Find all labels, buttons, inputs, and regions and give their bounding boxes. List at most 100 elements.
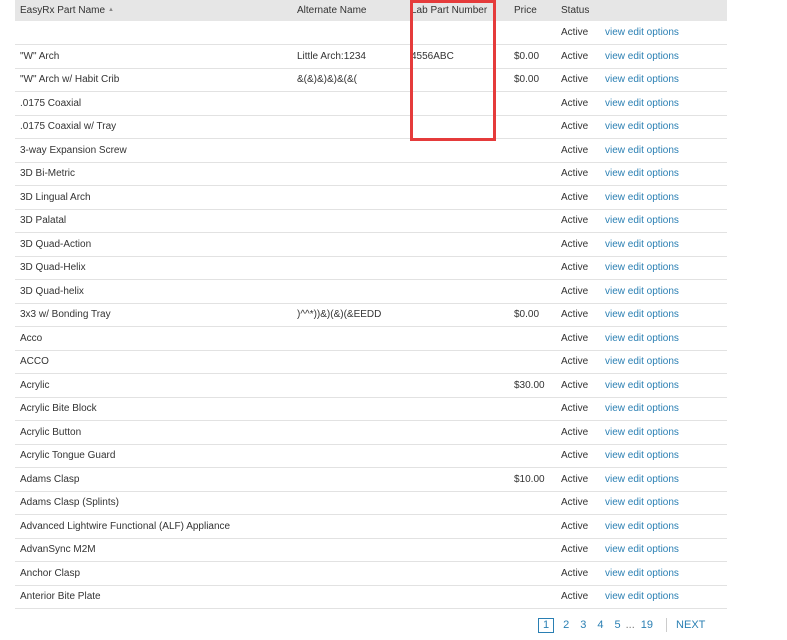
status-cell: Active: [561, 473, 589, 485]
page-link-2[interactable]: 2: [563, 619, 569, 631]
table-row: Adams Clasp (Splints) Active view edit opt…: [15, 491, 727, 515]
table-row: Anchor Clasp Active view edit options: [15, 562, 727, 586]
view-edit-options-link[interactable]: view edit options: [605, 333, 679, 344]
row-options-cell: view edit options: [600, 444, 727, 468]
table-row: 3D Lingual Arch Active view edit options: [15, 186, 727, 210]
part-name-cell: Acco: [20, 332, 43, 344]
status-cell: Active: [561, 191, 589, 203]
price-cell: [509, 115, 556, 139]
lab-part-number-cell: [406, 303, 509, 327]
part-name-cell: "W" Arch: [20, 50, 60, 62]
part-name-cell: ACCO: [20, 356, 49, 368]
view-edit-options-link[interactable]: view edit options: [605, 474, 679, 485]
lab-part-number-cell: [406, 233, 509, 257]
lab-part-number-cell: [406, 421, 509, 445]
lab-part-number-cell: [406, 68, 509, 92]
row-options-cell: view edit options: [600, 139, 727, 163]
price-cell: [509, 444, 556, 468]
table-row: Active view edit options: [15, 21, 727, 45]
part-name-cell: Acrylic: [20, 379, 50, 391]
page-link-last[interactable]: 19: [641, 619, 653, 631]
status-cell: Active: [561, 544, 589, 556]
pagination-divider: [666, 618, 668, 632]
lab-part-number-cell: [406, 562, 509, 586]
status-cell: Active: [561, 144, 589, 156]
page-link-3[interactable]: 3: [580, 619, 586, 631]
row-options-cell: view edit options: [600, 233, 727, 257]
view-edit-options-link[interactable]: view edit options: [605, 215, 679, 226]
view-edit-options-link[interactable]: view edit options: [605, 450, 679, 461]
view-edit-options-link[interactable]: view edit options: [605, 51, 679, 62]
next-page-button[interactable]: NEXT: [676, 619, 705, 631]
column-header-name[interactable]: EasyRx Part Name ▲: [15, 0, 292, 21]
view-edit-options-link[interactable]: view edit options: [605, 239, 679, 250]
row-options-cell: view edit options: [600, 538, 727, 562]
alternate-name-cell: )^^*))&)(&)(&EEDD: [297, 309, 382, 321]
status-cell: Active: [561, 309, 589, 321]
alternate-name-cell: [292, 233, 406, 257]
view-edit-options-link[interactable]: view edit options: [605, 497, 679, 508]
table-row: Acrylic Tongue Guard Active view edit opti…: [15, 444, 727, 468]
part-name-cell: .0175 Coaxial: [20, 97, 82, 109]
status-cell: Active: [561, 379, 589, 391]
view-edit-options-link[interactable]: view edit options: [605, 121, 679, 132]
price-cell: [509, 162, 556, 186]
part-name-cell: Adams Clasp (Splints): [20, 497, 119, 509]
table-row: Acrylic Button Active view edit options: [15, 421, 727, 445]
column-header-status[interactable]: Status: [556, 0, 600, 21]
column-header-alternate[interactable]: Alternate Name: [292, 0, 406, 21]
view-edit-options-link[interactable]: view edit options: [605, 356, 679, 367]
status-cell: Active: [561, 497, 589, 509]
page-link-1[interactable]: 1: [538, 617, 555, 633]
view-edit-options-link[interactable]: view edit options: [605, 145, 679, 156]
table-row: Advanced Lightwire Functional (ALF) Appl…: [15, 515, 727, 538]
table-header-row: EasyRx Part Name ▲ Alternate Name Lab Par…: [15, 0, 727, 21]
view-edit-options-link[interactable]: view edit options: [605, 192, 679, 203]
lab-part-number-cell: [406, 209, 509, 233]
price-cell: $0.00: [514, 50, 540, 62]
price-cell: [509, 491, 556, 515]
view-edit-options-link[interactable]: view edit options: [605, 98, 679, 109]
status-cell: Active: [561, 74, 589, 86]
price-cell: [509, 186, 556, 210]
part-name-cell: Acrylic Bite Block: [20, 403, 97, 415]
part-name-cell: Anterior Bite Plate: [20, 591, 101, 603]
table-row: Acrylic Bite Block Active view edit option…: [15, 397, 727, 421]
view-edit-options-link[interactable]: view edit options: [605, 427, 679, 438]
view-edit-options-link[interactable]: view edit options: [605, 380, 679, 391]
part-name-cell: 3D Lingual Arch: [20, 191, 91, 203]
lab-part-number-cell: [406, 444, 509, 468]
lab-part-number-cell: [406, 139, 509, 163]
row-options-cell: view edit options: [600, 256, 727, 280]
alternate-name-cell: [292, 162, 406, 186]
view-edit-options-link[interactable]: view edit options: [605, 403, 679, 414]
row-options-cell: view edit options: [600, 397, 727, 421]
column-header-price[interactable]: Price: [509, 0, 556, 21]
row-options-cell: view edit options: [600, 209, 727, 233]
price-cell: [509, 421, 556, 445]
page-link-5[interactable]: 5: [615, 619, 621, 631]
view-edit-options-link[interactable]: view edit options: [605, 521, 679, 532]
view-edit-options-link[interactable]: view edit options: [605, 309, 679, 320]
view-edit-options-link[interactable]: view edit options: [605, 27, 679, 38]
view-edit-options-link[interactable]: view edit options: [605, 262, 679, 273]
view-edit-options-link[interactable]: view edit options: [605, 168, 679, 179]
table-body: Active view edit options "W" Arch Little Ar…: [15, 21, 727, 609]
view-edit-options-link[interactable]: view edit options: [605, 591, 679, 602]
view-edit-options-link[interactable]: view edit options: [605, 286, 679, 297]
page-link-4[interactable]: 4: [597, 619, 603, 631]
part-name-cell: "W" Arch w/ Habit Crib: [20, 74, 120, 86]
lab-part-number-cell: [406, 374, 509, 398]
row-options-cell: view edit options: [600, 45, 727, 69]
view-edit-options-link[interactable]: view edit options: [605, 544, 679, 555]
alternate-name-cell: &(&)&)&)&(&(: [297, 74, 357, 86]
part-name-cell: 3D Quad-Helix: [20, 262, 86, 274]
alternate-name-cell: Little Arch:1234: [297, 50, 366, 62]
part-name-cell: 3D Quad-Action: [20, 238, 92, 250]
view-edit-options-link[interactable]: view edit options: [605, 74, 679, 85]
lab-part-number-cell: [406, 21, 509, 45]
status-cell: Active: [561, 450, 589, 462]
column-header-lab-part[interactable]: Lab Part Number: [406, 0, 509, 21]
lab-part-number-cell: [406, 350, 509, 374]
view-edit-options-link[interactable]: view edit options: [605, 568, 679, 579]
